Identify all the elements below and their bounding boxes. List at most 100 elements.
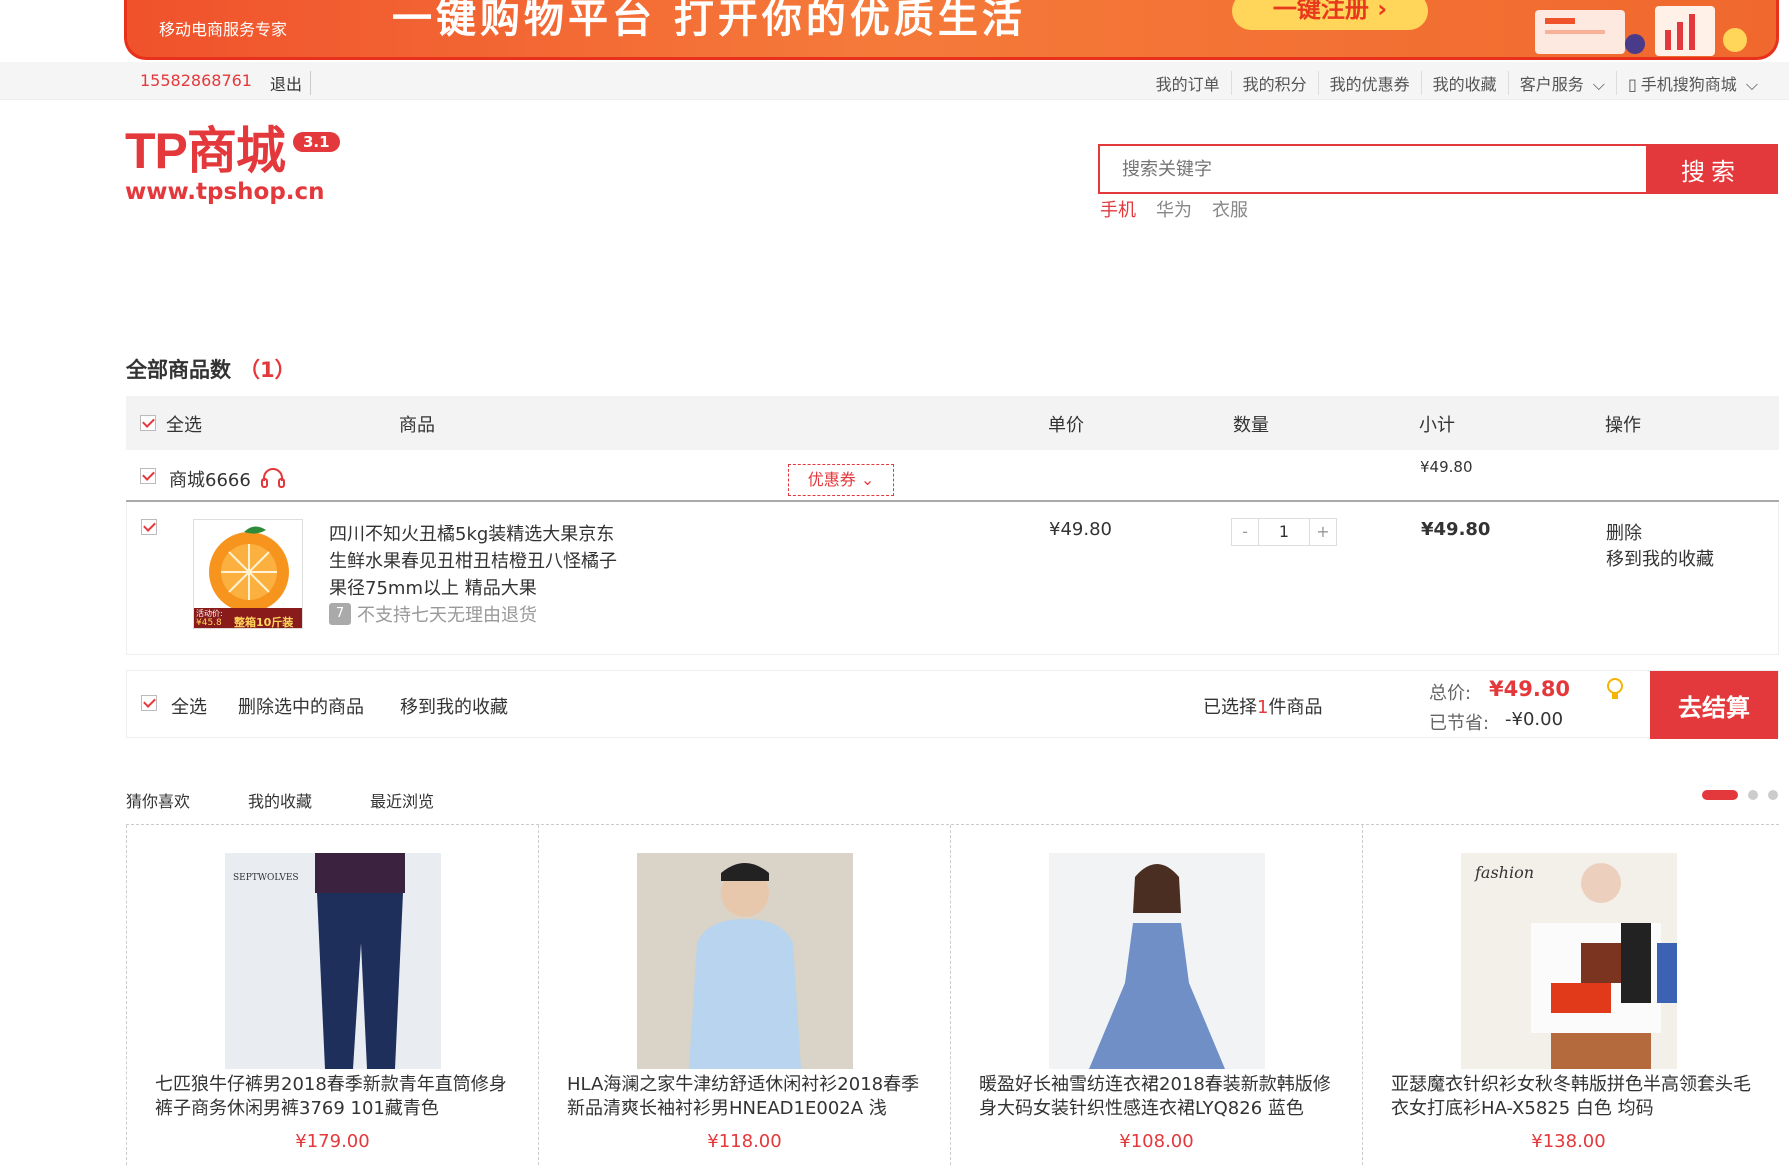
coupon-label: 优惠券 <box>807 470 856 489</box>
top-nav: 我的订单 我的积分 我的优惠券 我的收藏 客户服务 ⌵ ▯ 手机搜狗商城 ⌵ <box>1145 71 1769 95</box>
product-card-price: ¥118.00 <box>707 1131 782 1152</box>
quantity-increase-button[interactable]: + <box>1310 519 1336 545</box>
banner-illustration <box>1535 6 1747 56</box>
my-favorites-link[interactable]: 我的收藏 <box>1420 71 1508 95</box>
tab-guess-you-like[interactable]: 猜你喜欢 <box>126 788 190 812</box>
selected-count-text: 已选择1件商品 <box>1203 693 1322 719</box>
fashion-tag: fashion <box>1475 863 1535 882</box>
banner-subtitle: 移动电商服务专家 <box>159 20 288 39</box>
col-product: 商品 <box>399 415 435 436</box>
customer-service-headset-icon[interactable] <box>260 467 286 491</box>
search-button[interactable]: 搜索 <box>1646 146 1776 192</box>
hot-word-link[interactable]: 手机 <box>1100 196 1136 222</box>
footer-select-all-label[interactable]: 全选 <box>171 693 207 719</box>
col-unit-price: 单价 <box>1048 415 1084 436</box>
unit-price: ¥49.80 <box>1049 519 1112 540</box>
no-return-text: 不支持七天无理由退货 <box>357 605 537 626</box>
carousel-dot[interactable] <box>1748 790 1758 800</box>
chevron-down-icon: ⌵ <box>1745 75 1758 94</box>
select-all-checkbox[interactable] <box>140 415 156 431</box>
product-card[interactable]: SEPTWOLVES 七匹狼牛仔裤男2018春季新款青年直筒修身裤子商务休闲男裤… <box>126 825 538 1165</box>
cart-count: （1） <box>239 358 296 382</box>
logo-url: www.tpshop.cn <box>125 179 325 205</box>
carousel-dot[interactable] <box>1768 790 1778 800</box>
version-badge: 3.1 <box>293 132 340 152</box>
product-card[interactable]: fashion 亚瑟魔衣针织衫女秋冬韩版拼色半高领套头毛衣女打底衫HA-X582… <box>1362 825 1774 1165</box>
top-bar: 15582868761 退出 我的订单 我的积分 我的优惠券 我的收藏 客户服务… <box>0 62 1789 100</box>
quantity-input[interactable]: 1 <box>1258 519 1310 545</box>
banner-slogan: 一键购物平台 打开你的优质生活 <box>392 0 1026 42</box>
quantity-stepper: - 1 + <box>1231 518 1337 546</box>
product-card-name[interactable]: 暖盈好长袖雪纺连衣裙2018春装新款韩版修身大码女装针织性感连衣裙LYQ826 … <box>979 1073 1339 1121</box>
my-points-link[interactable]: 我的积分 <box>1230 71 1318 95</box>
my-coupons-link[interactable]: 我的优惠券 <box>1317 71 1421 95</box>
delete-selected-link[interactable]: 删除选中的商品 <box>238 693 364 719</box>
customer-service-label: 客户服务 <box>1519 75 1584 94</box>
coupon-dropdown[interactable]: 优惠券 ⌄ <box>788 464 894 496</box>
selected-suffix: 件商品 <box>1268 697 1323 718</box>
mobile-store-menu[interactable]: ▯ 手机搜狗商城 ⌵ <box>1615 71 1769 95</box>
cart-item-row: 活动价: ¥45.8 整箱10斤装 四川不知火丑橘5kg装精选大果京东生鲜水果春… <box>126 503 1779 655</box>
search-bar: 搜索 <box>1098 144 1778 194</box>
mobile-store-label: 手机搜狗商城 <box>1640 75 1737 94</box>
saved-label: 已节省: <box>1429 713 1490 734</box>
cart-footer-bar: 全选 删除选中的商品 移到我的收藏 已选择1件商品 总价: ¥49.80 已节省… <box>126 670 1779 739</box>
carousel-dot-active[interactable] <box>1702 790 1738 800</box>
my-orders-link[interactable]: 我的订单 <box>1145 71 1231 95</box>
move-selected-to-favorites-link[interactable]: 移到我的收藏 <box>400 693 508 719</box>
phone-icon: ▯ <box>1627 75 1637 94</box>
saved-amount: -¥0.00 <box>1505 709 1564 730</box>
shop-name[interactable]: 商城6666 <box>169 466 251 492</box>
banner-register-button[interactable]: 一键注册 › <box>1232 0 1428 30</box>
carousel-dots <box>1702 790 1778 800</box>
promo-banner[interactable]: 移动电商服务专家 一键购物平台 打开你的优质生活 一键注册 › <box>124 0 1779 60</box>
search-input[interactable] <box>1100 146 1646 192</box>
col-quantity: 数量 <box>1233 415 1269 436</box>
product-image-jeans[interactable]: SEPTWOLVES <box>225 853 441 1069</box>
item-checkbox[interactable] <box>141 519 157 535</box>
quantity-decrease-button[interactable]: - <box>1232 519 1258 545</box>
col-actions: 操作 <box>1605 415 1641 436</box>
thumb-badge-text: 整箱10斤装 <box>234 616 294 629</box>
move-to-favorites-link[interactable]: 移到我的收藏 <box>1606 545 1714 571</box>
chevron-down-icon: ⌵ <box>1592 75 1605 94</box>
product-card-name[interactable]: 亚瑟魔衣针织衫女秋冬韩版拼色半高领套头毛衣女打底衫HA-X5825 白色 均码 <box>1391 1073 1751 1121</box>
recommend-grid: SEPTWOLVES 七匹狼牛仔裤男2018春季新款青年直筒修身裤子商务休闲男裤… <box>126 824 1779 1165</box>
user-phone-link[interactable]: 15582868761 <box>140 71 252 90</box>
select-all-label: 全选 <box>166 415 202 436</box>
chevron-down-icon: ⌄ <box>860 470 875 489</box>
logout-link[interactable]: 退出 <box>270 71 312 95</box>
product-card-price: ¥138.00 <box>1531 1131 1606 1152</box>
col-subtotal: 小计 <box>1419 415 1455 436</box>
cart-count-label: 全部商品数 <box>126 358 231 382</box>
tab-recently-viewed[interactable]: 最近浏览 <box>370 788 434 812</box>
product-thumbnail[interactable]: 活动价: ¥45.8 整箱10斤装 <box>193 519 303 629</box>
customer-service-menu[interactable]: 客户服务 ⌵ <box>1507 71 1616 95</box>
item-subtotal: ¥49.80 <box>1421 519 1491 540</box>
product-card-name[interactable]: HLA海澜之家牛津纺舒适休闲衬衫2018春季新品清爽长袖衬衫男HNEAD1E00… <box>567 1073 927 1121</box>
site-logo[interactable]: TP商城 www.tpshop.cn 3.1 <box>125 126 345 208</box>
shop-checkbox[interactable] <box>140 468 156 484</box>
product-image-sweater[interactable]: fashion <box>1461 853 1677 1069</box>
delete-item-link[interactable]: 删除 <box>1606 519 1642 545</box>
tab-my-favorites[interactable]: 我的收藏 <box>248 788 312 812</box>
shop-row: 商城6666 优惠券 ⌄ ¥49.80 <box>126 452 1779 502</box>
hot-word-link[interactable]: 衣服 <box>1212 196 1248 222</box>
no-seven-day-return-icon: 7 <box>329 603 351 625</box>
hot-word-link[interactable]: 华为 <box>1156 196 1192 222</box>
product-image-dress[interactable] <box>1049 853 1265 1069</box>
product-card[interactable]: HLA海澜之家牛津纺舒适休闲衬衫2018春季新品清爽长袖衬衫男HNEAD1E00… <box>538 825 950 1165</box>
product-card-price: ¥108.00 <box>1119 1131 1194 1152</box>
selected-prefix: 已选择 <box>1203 697 1257 718</box>
product-name-link[interactable]: 四川不知火丑橘5kg装精选大果京东生鲜水果春见丑柑丑桔橙丑八怪橘子 果径75mm… <box>329 521 629 602</box>
cart-table-header: 全选 商品 单价 数量 小计 操作 <box>126 396 1779 450</box>
product-image-shirt[interactable] <box>637 853 853 1069</box>
product-card[interactable]: 暖盈好长袖雪纺连衣裙2018春装新款韩版修身大码女装针织性感连衣裙LYQ826 … <box>950 825 1362 1165</box>
product-card-name[interactable]: 七匹狼牛仔裤男2018春季新款青年直筒修身裤子商务休闲男裤3769 101藏青色 <box>155 1073 515 1121</box>
recommend-tabs: 猜你喜欢 我的收藏 最近浏览 <box>126 788 434 812</box>
checkout-button[interactable]: 去结算 <box>1650 671 1778 739</box>
lightbulb-icon[interactable] <box>1605 677 1625 703</box>
footer-select-all-checkbox[interactable] <box>141 695 157 711</box>
cart-count-title: 全部商品数 （1） <box>126 354 296 384</box>
brand-label: SEPTWOLVES <box>233 873 299 883</box>
